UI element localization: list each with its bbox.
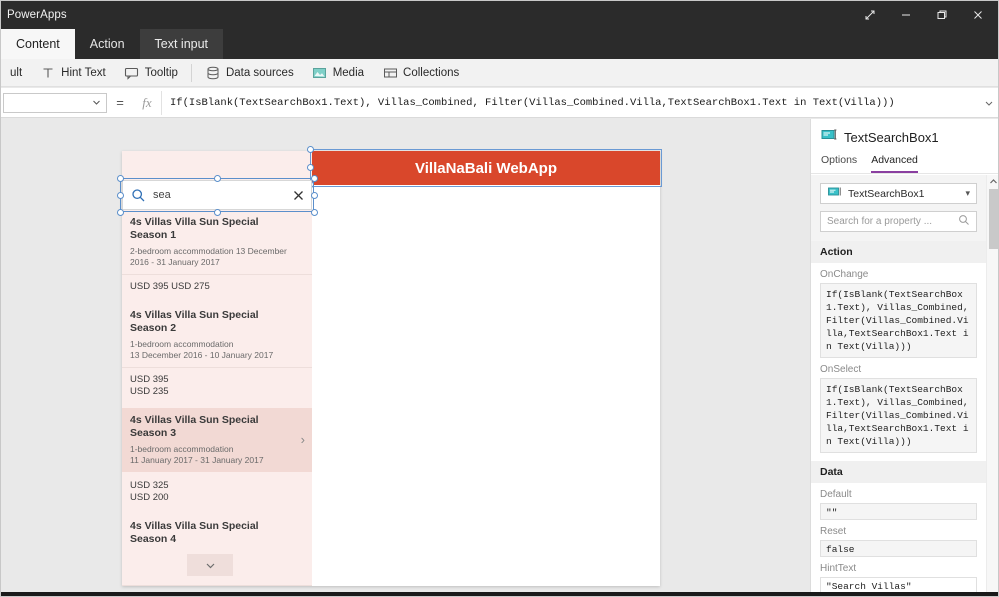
powerapps-window: PowerApps Content Action Text input ? [0,0,999,597]
control-name-label: TextSearchBox1 [844,130,939,145]
title-bar: PowerApps [1,1,998,29]
ribbon-item-label: Collections [403,66,460,79]
ribbon-item-media[interactable]: Media [303,59,373,87]
control-select-value: TextSearchBox1 [848,187,925,200]
collections-icon [382,65,398,81]
tooltip-icon [124,65,140,81]
search-box-container: sea [117,175,318,216]
tab-options[interactable]: Options [821,154,857,173]
properties-panel-header: TextSearchBox1 [811,119,998,154]
property-value-default[interactable]: "" [820,503,977,520]
list-item-title: 4s Villas Villa Sun Special Season 4 [130,520,259,545]
ribbon-item-label: Media [332,66,365,79]
minimize-button[interactable] [888,1,924,29]
property-label-reset: Reset [820,526,847,537]
list-item-subtitle: 2-bedroom accommodation 13 December 2016… [122,244,312,275]
list-item-subtitle: 1-bedroom accommodation 11 January 2017 … [130,444,264,465]
app-screen: 4s Villas Villa Sun Special Season 1 2-b… [117,146,662,586]
window-controls [852,1,996,29]
ribbon-item-tooltip[interactable]: Tooltip [115,59,187,87]
chevron-down-icon: ▾ [965,188,970,198]
ribbon-separator [190,63,192,82]
gallery-scroll-down-button[interactable] [187,554,233,576]
search-input-value: sea [153,189,171,201]
scrollbar-thumb[interactable] [989,189,998,249]
property-label-hinttext: HintText [820,563,857,574]
section-header-action: Action [811,241,986,263]
formula-input[interactable]: If(IsBlank(TextSearchBox1.Text), Villas_… [161,90,978,115]
ribbon-item-label: Tooltip [144,66,178,79]
scroll-up-icon[interactable] [987,175,998,188]
ribbon-item-collections[interactable]: Collections [373,59,468,87]
search-icon [958,214,970,229]
clear-icon[interactable] [285,190,311,201]
list-item[interactable]: 4s Villas Villa Sun Special Season 3 1-b… [122,408,312,472]
control-select[interactable]: TextSearchBox1 ▾ [820,183,977,204]
fx-icon: fx [142,94,152,110]
properties-panel: TextSearchBox1 Options Advanced TextSear… [810,119,998,596]
list-item-price: USD 395 USD 235 [130,374,169,397]
ribbon-item-hint-text[interactable]: Hint Text [31,59,115,87]
property-search-input[interactable]: Search for a property ... [820,211,977,232]
properties-panel-scrollbar[interactable] [986,175,998,596]
list-item-title: 4s Villas Villa Sun Special Season 3 [130,414,259,439]
ribbon-item-data-sources[interactable]: Data sources [196,59,303,87]
list-item[interactable]: 4s Villas Villa Sun Special Season 2 1-b… [122,303,312,408]
formula-bar: = fx If(IsBlank(TextSearchBox1.Text), Vi… [1,88,998,118]
villa-gallery[interactable]: 4s Villas Villa Sun Special Season 1 2-b… [122,151,312,586]
ribbon-item-label: Hint Text [61,66,106,79]
properties-panel-tabs: Options Advanced [811,154,998,174]
list-item-price: USD 325 USD 200 [130,480,169,503]
property-value-onselect[interactable]: If(IsBlank(TextSearchBox1.Text), Villas_… [820,378,977,453]
text-input-icon [820,128,837,147]
app-canvas[interactable]: 4s Villas Villa Sun Special Season 1 2-b… [1,119,810,596]
restore-button[interactable] [924,1,960,29]
section-header-data: Data [811,461,986,483]
ribbon-tab-strip: Content Action Text input ? skemaz.net (… [1,29,998,79]
text-input-icon [827,186,842,201]
chevron-down-icon [206,563,214,568]
tab-text-input[interactable]: Text input [139,29,224,59]
text-icon [40,65,56,81]
app-header-banner[interactable]: VillaNaBali WebApp [312,151,660,185]
property-label-onselect: OnSelect [820,364,862,375]
search-input[interactable]: sea [122,180,312,210]
list-item-price: USD 395 USD 275 [130,281,210,292]
list-item-title: 4s Villas Villa Sun Special Season 2 [130,309,259,334]
chevron-right-icon[interactable]: › [301,432,305,447]
window-bottom-edge [1,592,998,596]
list-item[interactable]: 4s Villas Villa Sun Special Season 1 2-b… [122,210,312,303]
formula-expand-icon[interactable] [978,98,998,108]
close-button[interactable] [960,1,996,29]
property-value-onchange[interactable]: If(IsBlank(TextSearchBox1.Text), Villas_… [820,283,977,358]
search-icon [123,188,153,203]
media-icon [312,65,328,81]
control-picker-zone: TextSearchBox1 ▾ Search for a property .… [811,175,986,241]
property-label-onchange: OnChange [820,269,869,280]
ribbon-item-label: ult [10,66,23,79]
list-item-subtitle: 1-bedroom accommodation 13 December 2016… [122,337,312,368]
ribbon-item-label: Data sources [225,66,294,79]
database-icon [205,65,221,81]
property-select[interactable] [3,92,107,113]
equals-sign: = [116,95,124,110]
properties-panel-body: TextSearchBox1 ▾ Search for a property .… [811,175,986,596]
ribbon-item-default[interactable]: ult [1,59,31,87]
property-value-reset[interactable]: false [820,540,977,557]
list-item-title: 4s Villas Villa Sun Special Season 1 [130,216,259,241]
property-search-placeholder: Search for a property ... [827,216,933,227]
tab-advanced[interactable]: Advanced [871,154,918,173]
window-title: PowerApps [7,9,67,21]
chevron-down-icon [93,100,100,105]
tab-content[interactable]: Content [1,29,75,59]
property-label-default: Default [820,489,852,500]
expand-button[interactable] [852,1,888,29]
ribbon-toolbar: ult Hint Text Tooltip Data sources Media… [1,59,998,87]
tab-action[interactable]: Action [75,29,140,59]
